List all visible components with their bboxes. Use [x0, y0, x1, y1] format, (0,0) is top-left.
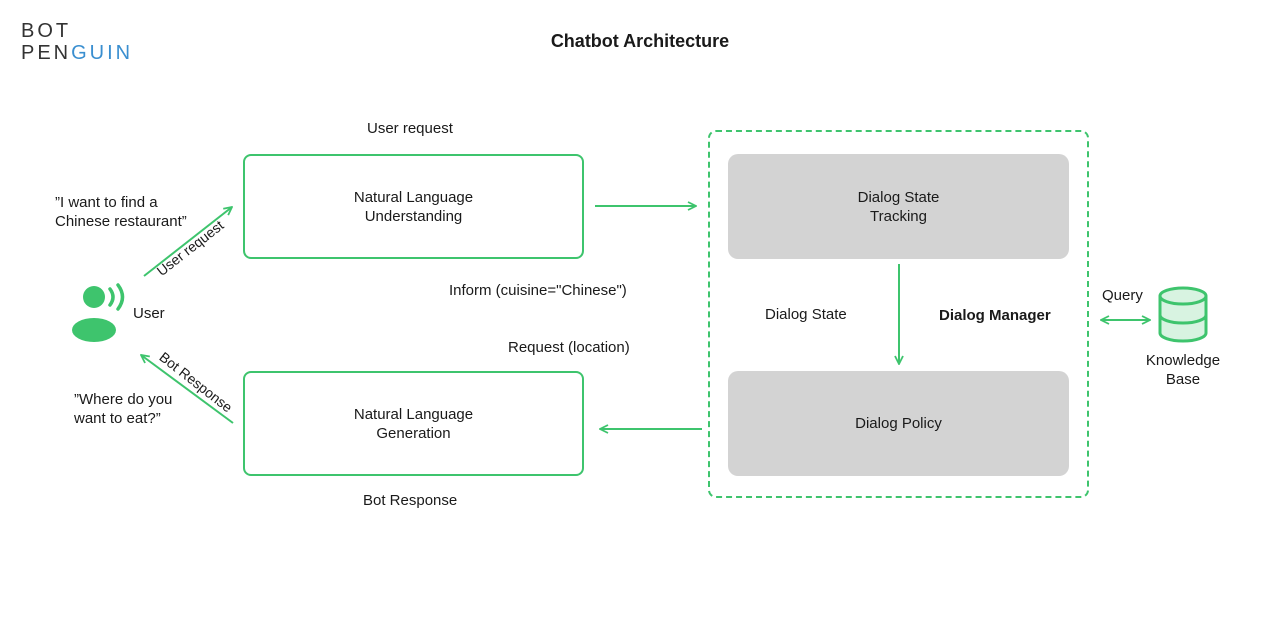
nlu-top-label: User request: [367, 120, 453, 137]
user-label: User: [133, 305, 165, 322]
query-label: Query: [1102, 287, 1143, 304]
user-icon: [72, 283, 125, 342]
nlg-box: Natural Language Generation: [243, 371, 584, 476]
request-message: Request (location): [508, 339, 630, 356]
knowledge-base-label: Knowledge Base: [1145, 352, 1221, 388]
bot-response-quote: ”Where do you want to eat?”: [74, 391, 173, 427]
dialog-policy-box: Dialog Policy: [728, 371, 1069, 476]
nlg-bottom-label: Bot Response: [363, 492, 458, 509]
diagram-title: Chatbot Architecture: [550, 31, 730, 51]
database-icon: [1158, 286, 1208, 343]
dialog-manager-label: Dialog Manager: [939, 307, 1051, 324]
user-request-quote: ”I want to find a Chinese restaurant”: [55, 194, 187, 230]
inform-message: Inform (cuisine="Chinese"): [449, 282, 627, 299]
dialog-state-label: Dialog State: [765, 306, 847, 323]
dialog-state-tracking-box: Dialog State Tracking: [728, 154, 1069, 259]
nlu-box: Natural Language Understanding: [243, 154, 584, 259]
